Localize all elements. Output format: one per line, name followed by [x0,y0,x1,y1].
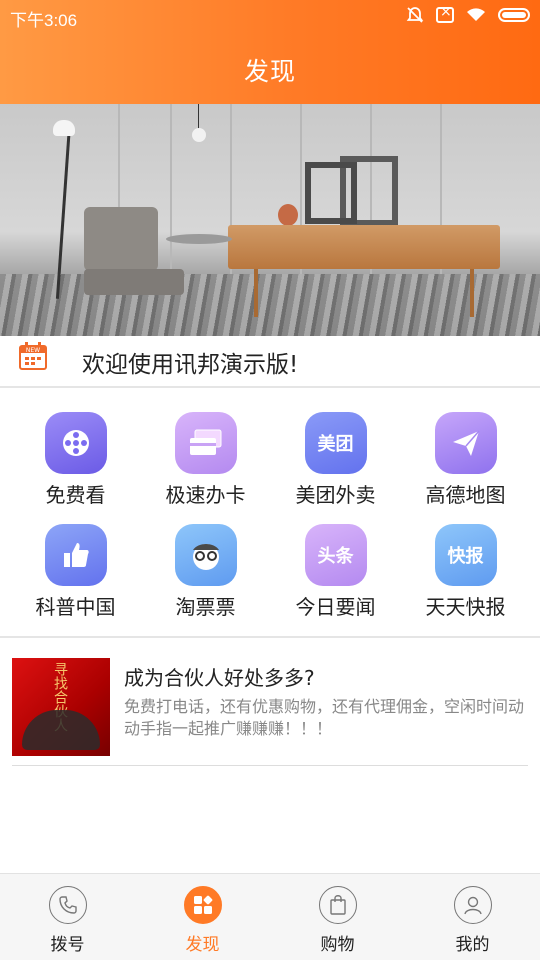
service-kepu[interactable]: 科普中国 [8,504,143,619]
bottom-tab-bar: 拨号 发现 购物 我的 [0,873,540,960]
announcement-text: 欢迎使用讯邦演示版! [82,352,299,378]
service-label: 淘票票 [175,595,236,619]
battery-icon [498,8,530,22]
article-thumbnail: 寻找合伙人 [12,658,110,756]
tab-label: 我的 [455,935,490,955]
tab-dial[interactable]: 拨号 [0,874,135,960]
calendar-icon: NEW [19,342,47,370]
page-title: 发现 [243,57,296,86]
phone-icon [48,886,87,924]
service-label: 天天快报 [425,595,506,619]
profile-icon [453,886,492,924]
status-bar: 下午3:06 [0,0,540,32]
tab-label: 发现 [185,935,220,955]
service-kuaibao[interactable]: 快报 天天快报 [398,504,533,619]
tab-label: 拨号 [50,935,85,955]
face-glasses-icon [174,524,237,586]
meituan-icon: 美团 [304,412,367,474]
service-amap[interactable]: 高德地图 [398,392,533,507]
service-meituan[interactable]: 美团 美团外卖 [268,392,403,507]
tab-label: 购物 [320,935,355,955]
discover-icon [183,886,222,924]
tab-discover[interactable]: 发现 [135,874,270,960]
thumbs-up-icon [44,524,107,586]
service-taopiaopiao[interactable]: 淘票票 [138,504,273,619]
tab-profile[interactable]: 我的 [405,874,540,960]
service-free-watch[interactable]: 免费看 [8,392,143,507]
article-title: 成为合伙人好处多多? [124,666,315,690]
article-summary: 免费打电话，还有优惠购物，还有代理佣金，空闲时间动动手指一起推广赚赚赚！！！ [124,697,525,738]
announcement-bar[interactable]: NEW 欢迎使用讯邦演示版! [0,336,540,388]
service-label: 今日要闻 [295,595,376,619]
paper-plane-icon [434,412,497,474]
toutiao-icon: 头条 [304,524,367,586]
status-time: 下午3:06 [10,11,78,30]
service-label: 科普中国 [35,595,116,619]
no-sim-icon [436,4,454,23]
service-grid: 免费看 极速办卡 美团 美团外卖 高德地图 科普中国 淘票票 头条 今日要闻 快… [0,392,540,638]
article-card[interactable]: 寻找合伙人 成为合伙人好处多多? 免费打电话，还有优惠购物，还有代理佣金，空闲时… [12,656,528,766]
service-toutiao[interactable]: 头条 今日要闻 [268,504,403,619]
shopping-bag-icon [318,886,357,924]
app-header: 下午3:06 发现 [0,0,540,104]
service-fast-card[interactable]: 极速办卡 [138,392,273,507]
tab-shop[interactable]: 购物 [270,874,405,960]
film-reel-icon [44,412,107,474]
mute-bell-icon [406,7,424,23]
svg-text:NEW: NEW [26,347,40,354]
status-icons [406,4,530,24]
wifi-icon [467,8,485,21]
kuaibao-icon: 快报 [434,524,497,586]
hero-banner[interactable] [0,104,540,336]
cards-icon [174,412,237,474]
